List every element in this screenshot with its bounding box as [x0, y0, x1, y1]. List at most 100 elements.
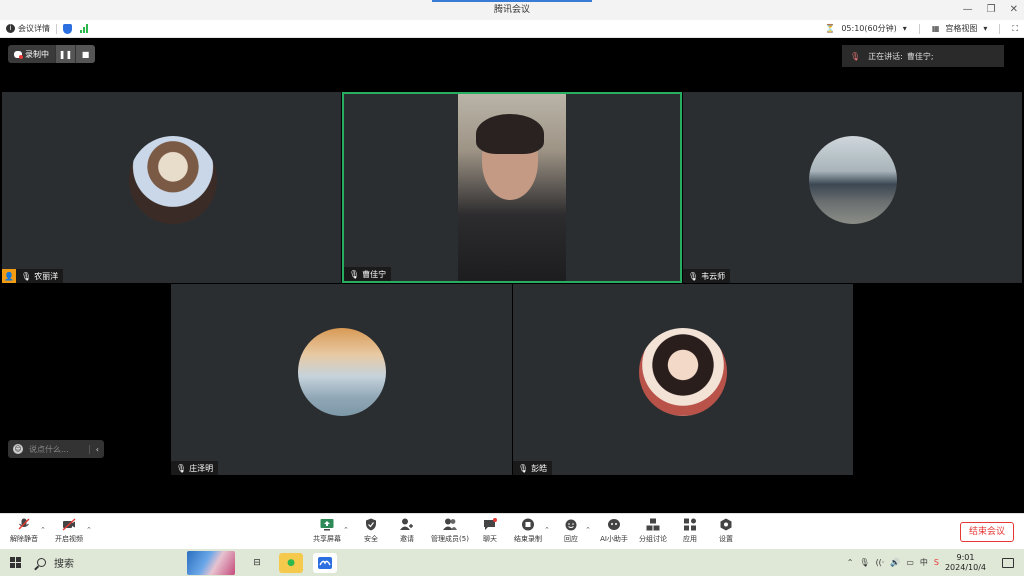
breakout-label: 分组讨论 [639, 535, 667, 543]
avatar [129, 136, 217, 224]
pause-recording-button[interactable]: ❚❚ [55, 45, 75, 63]
participant-tile[interactable]: 🎙 彭皓 [513, 284, 853, 475]
record-stop-icon [521, 518, 535, 531]
antivirus-icon[interactable]: S [934, 558, 939, 567]
security-label: 安全 [364, 535, 378, 543]
recording-label: 录制中 [25, 49, 49, 59]
os-taskbar: 搜索 ⊟ ● ⌃ 🎙 ((· 🔊 ▭ 中 S 9:01 2024/10/4 [0, 549, 1024, 576]
participant-name: 庄泽明 [189, 463, 214, 473]
participant-tile[interactable]: 🎙 庄泽明 [171, 284, 512, 475]
recording-control: 录制中 ❚❚ ■ [8, 45, 95, 63]
taskbar-search-label: 搜索 [54, 559, 74, 570]
grid-view-icon: ▦ [931, 24, 940, 33]
meeting-details-button[interactable]: i 会议详情 [6, 23, 50, 34]
window-title: 腾讯会议 [493, 5, 530, 15]
participant-name: 农丽洋 [34, 271, 59, 281]
windows-start-icon[interactable] [10, 557, 21, 568]
video-feed [458, 94, 566, 281]
manage-members-label: 管理成员(5) [431, 535, 469, 543]
info-icon: i [6, 24, 15, 33]
stop-recording-button[interactable]: ■ [75, 45, 95, 63]
settings-button[interactable]: 设置 [704, 518, 748, 544]
notification-icon[interactable] [1002, 557, 1014, 568]
participant-name-tag: 🎙 曹佳宁 [344, 267, 392, 281]
volume-icon[interactable]: 🔊 [890, 558, 900, 567]
avatar [639, 328, 727, 416]
participant-name-tag: 🎙 韦云师 [683, 269, 731, 283]
restore-button[interactable]: ❐ [987, 0, 996, 20]
collapse-chevron-icon[interactable]: ‹ [88, 444, 99, 454]
invite-user-icon [400, 518, 414, 531]
shield-icon [364, 518, 378, 531]
title-accent [432, 0, 592, 2]
recording-indicator: 录制中 [8, 45, 55, 63]
clock-date: 2024/10/4 [944, 562, 986, 572]
unmute-label: 解除静音 [10, 535, 38, 543]
reaction-icon [564, 518, 578, 531]
invite-button[interactable]: 邀请 [385, 518, 429, 544]
meeting-infobar: i 会议详情 ⏳ 05:10(60分钟) ▾ ▦ 宫格视图 ▾ ⛶ [0, 20, 1024, 38]
hair-shape [476, 114, 544, 154]
search-icon [37, 558, 46, 567]
minimize-button[interactable]: — [963, 0, 973, 20]
gear-icon [719, 518, 733, 531]
tencent-meeting-app-icon[interactable] [313, 552, 337, 573]
react-label: 回应 [564, 535, 578, 543]
wechat-app-icon[interactable]: ● [279, 552, 303, 573]
participant-name-tag: 🎙 庄泽明 [171, 461, 219, 475]
chat-bubble-icon [483, 518, 497, 531]
start-video-label: 开启视频 [55, 535, 83, 543]
avatar [298, 328, 386, 416]
system-tray: ⌃ 🎙 ((· 🔊 ▭ 中 S 9:01 2024/10/4 [847, 553, 1024, 573]
security-shield-icon[interactable] [63, 23, 72, 34]
ime-icon[interactable]: 中 [920, 557, 928, 568]
window-titlebar: 腾讯会议 — ❐ ✕ [0, 0, 1024, 20]
meeting-toolbar: 解除静音 ⌃ 开启视频 ⌃ 共享屏幕 ⌃ 安全 邀请 管理成员(5) 聊天 结束… [0, 513, 1024, 549]
fullscreen-icon[interactable]: ⛶ [1012, 24, 1018, 34]
start-video-button[interactable]: 开启视频 [47, 518, 91, 544]
apps-label: 应用 [683, 535, 697, 543]
wifi-icon[interactable]: ((· [876, 558, 885, 567]
ai-assistant-icon [607, 518, 621, 531]
chat-quick-input[interactable]: ☺ 说点什么... ‹ [8, 440, 104, 458]
speaking-mic-icon: 🎙 [850, 51, 861, 61]
view-dropdown-icon[interactable]: ▾ [983, 24, 987, 33]
share-screen-label: 共享屏幕 [313, 535, 341, 543]
speaking-indicator: 🎙 正在讲话: 曹佳宁; [842, 45, 1004, 67]
share-options-caret-icon[interactable]: ⌃ [343, 526, 349, 534]
end-meeting-button[interactable]: 结束会议 [960, 522, 1014, 542]
tray-mic-icon[interactable]: 🎙 [859, 558, 869, 567]
audio-options-caret-icon[interactable]: ⌃ [40, 526, 46, 534]
participant-name-tag: 👤 🎙 农丽洋 [2, 269, 64, 283]
clock-time: 9:01 [956, 552, 975, 562]
participant-tile-active[interactable]: 🎙 曹佳宁 [342, 92, 682, 283]
tray-expand-icon[interactable]: ⌃ [847, 558, 854, 567]
invite-label: 邀请 [400, 535, 414, 543]
network-signal-icon[interactable] [80, 24, 88, 33]
taskbar-search[interactable]: 搜索 [37, 555, 167, 570]
participant-tile[interactable]: 👤 🎙 农丽洋 [2, 92, 341, 283]
task-view-icon[interactable]: ⊟ [245, 553, 269, 573]
taskbar-clock[interactable]: 9:01 2024/10/4 [945, 553, 986, 573]
ai-assistant-button[interactable]: AI小助手 [592, 518, 636, 544]
mic-muted-icon: 🎙 [176, 463, 187, 473]
meeting-details-label: 会议详情 [18, 24, 50, 33]
video-options-caret-icon[interactable]: ⌃ [86, 526, 92, 534]
taskbar-illustration [187, 550, 235, 575]
chat-placeholder: 说点什么... [29, 444, 69, 454]
close-button[interactable]: ✕ [1010, 0, 1018, 20]
ai-assistant-label: AI小助手 [600, 535, 628, 543]
mic-muted-icon [17, 518, 31, 531]
emoji-icon[interactable]: ☺ [13, 444, 23, 454]
speaking-name: 曹佳宁; [906, 51, 934, 61]
participant-name-tag: 🎙 彭皓 [513, 461, 553, 475]
participant-name: 曹佳宁 [362, 269, 387, 279]
battery-icon[interactable]: ▭ [906, 558, 914, 567]
timer-dropdown-icon[interactable]: ▾ [903, 24, 907, 33]
view-mode-label[interactable]: 宫格视图 [945, 23, 977, 34]
host-icon: 👤 [2, 269, 16, 283]
participant-tile[interactable]: 🎙 韦云师 [683, 92, 1022, 283]
participant-name: 彭皓 [531, 463, 548, 473]
react-options-caret-icon[interactable]: ⌃ [585, 526, 591, 534]
cloud-record-icon [14, 50, 23, 59]
